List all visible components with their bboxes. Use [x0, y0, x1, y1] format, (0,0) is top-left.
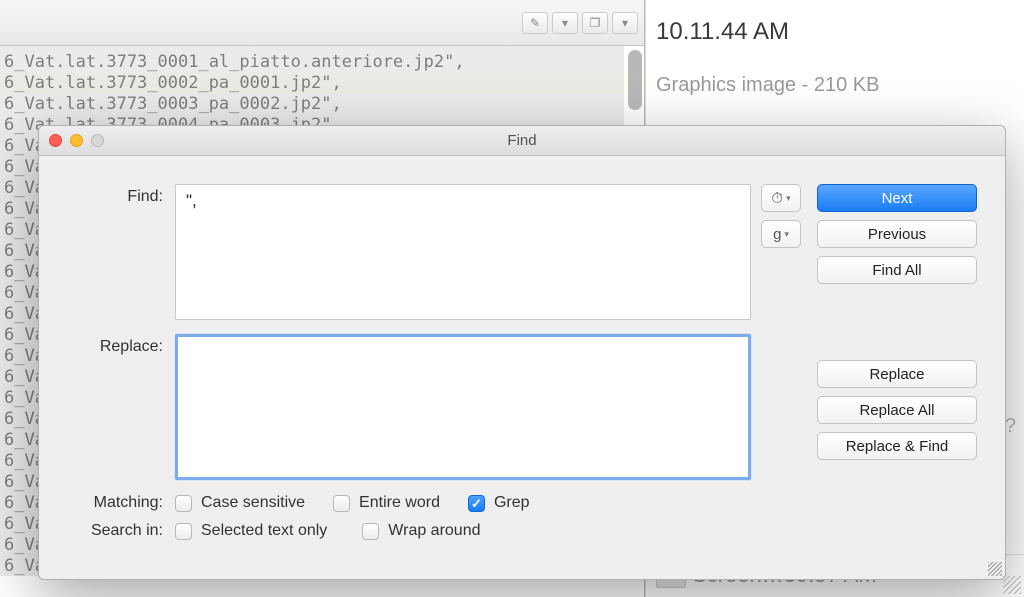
find-dialog: Find Find: ⏱▾ g▾ Next Previous Find All … [38, 125, 1006, 580]
find-input[interactable] [175, 184, 751, 320]
entire-word-option[interactable]: Entire word [333, 494, 440, 512]
dropdown-icon[interactable]: ▾ [612, 12, 638, 34]
checkbox-icon[interactable] [175, 495, 192, 512]
option-label: Case sensitive [201, 494, 305, 512]
findall-button[interactable]: Find All [817, 256, 977, 284]
pencil-icon[interactable]: ✎ [522, 12, 548, 34]
next-button[interactable]: Next [817, 184, 977, 212]
case-sensitive-option[interactable]: Case sensitive [175, 494, 305, 512]
grep-option[interactable]: Grep [468, 494, 530, 512]
replace-input[interactable] [175, 334, 751, 480]
editor-line: 6_Vat.lat.3773_0003_pa_0002.jp2", [0, 94, 644, 115]
minimize-icon[interactable] [70, 134, 83, 147]
replaceall-button[interactable]: Replace All [817, 396, 977, 424]
close-icon[interactable] [49, 134, 62, 147]
matching-label: Matching: [67, 494, 175, 512]
copy-icon[interactable]: ❐ [582, 12, 608, 34]
dropdown-icon[interactable]: ▾ [552, 12, 578, 34]
option-label: Grep [494, 494, 530, 512]
grep-menu-button[interactable]: g▾ [761, 220, 801, 248]
chevron-down-icon: ▾ [784, 229, 789, 240]
resize-grip-icon[interactable] [988, 562, 1002, 576]
searchin-label: Search in: [67, 522, 175, 540]
checkbox-icon[interactable] [362, 523, 379, 540]
option-label: Selected text only [201, 522, 327, 540]
editor-line: 6_Vat.lat.3773_0001_al_piatto.anteriore.… [0, 52, 644, 73]
option-label: Entire word [359, 494, 440, 512]
help-icon[interactable]: ? [1005, 415, 1016, 438]
window-resize-grip-icon[interactable] [1003, 576, 1021, 594]
file-timestamp: 10.11.44 AM [656, 18, 789, 46]
checkbox-icon[interactable] [175, 523, 192, 540]
file-type-size: Graphics image - 210 KB [656, 74, 879, 97]
wrap-around-option[interactable]: Wrap around [362, 522, 480, 540]
chevron-down-icon: ▾ [786, 193, 791, 204]
replace-button[interactable]: Replace [817, 360, 977, 388]
history-button[interactable]: ⏱▾ [761, 184, 801, 212]
selected-text-only-option[interactable]: Selected text only [175, 522, 327, 540]
editor-line: 6_Vat.lat.3773_0002_pa_0001.jp2", [0, 73, 644, 94]
dialog-titlebar[interactable]: Find [39, 126, 1005, 156]
replacefind-button[interactable]: Replace & Find [817, 432, 977, 460]
replace-label: Replace: [67, 334, 175, 480]
find-label: Find: [67, 184, 175, 320]
editor-scrollbar[interactable] [628, 50, 642, 110]
previous-button[interactable]: Previous [817, 220, 977, 248]
grep-g-icon: g [773, 226, 781, 243]
history-icon: ⏱ [771, 190, 783, 207]
checkbox-icon[interactable] [333, 495, 350, 512]
maximize-icon[interactable] [91, 134, 104, 147]
editor-toolbar: ✎ ▾ ❐ ▾ [0, 0, 644, 46]
checkbox-icon[interactable] [468, 495, 485, 512]
dialog-title: Find [39, 132, 1005, 149]
option-label: Wrap around [388, 522, 480, 540]
